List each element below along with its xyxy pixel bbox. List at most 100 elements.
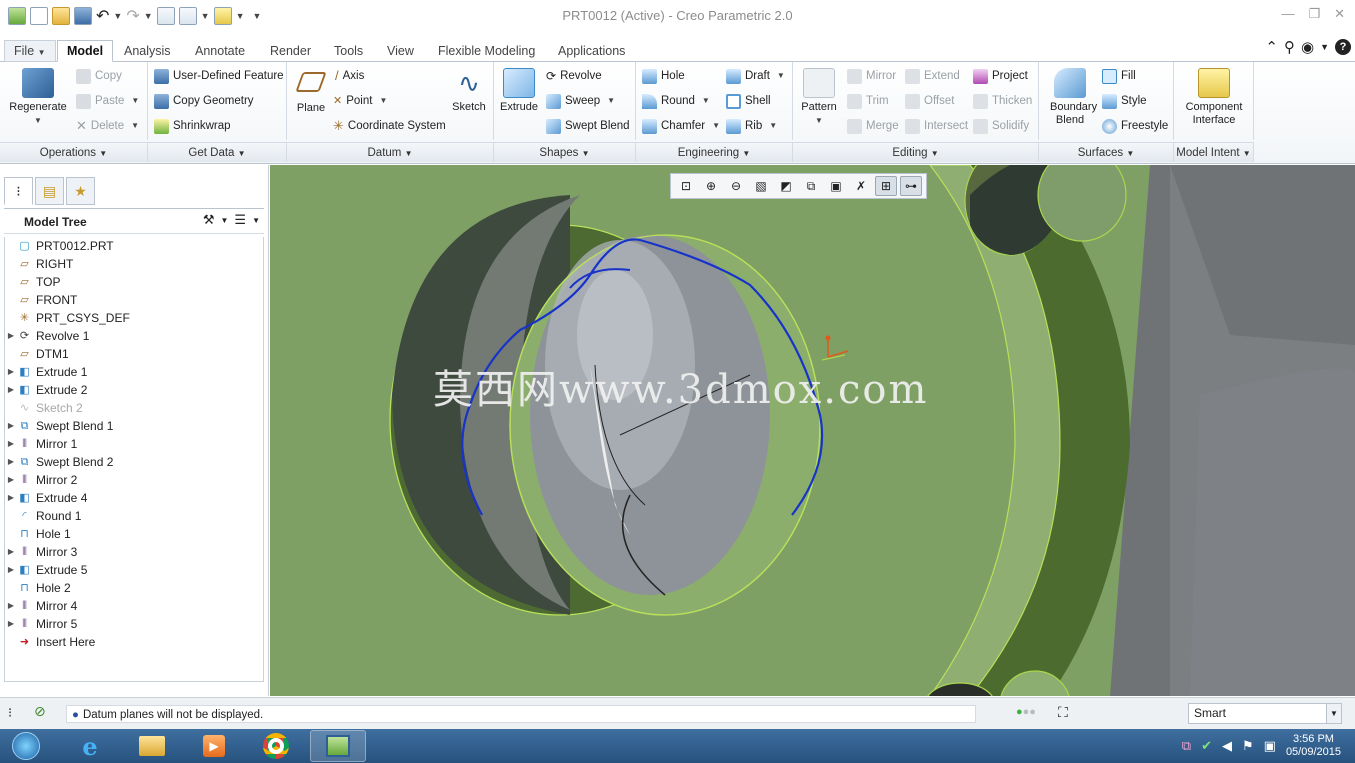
- display-style-icon[interactable]: ◩: [775, 176, 797, 196]
- tree-settings-dropdown-icon[interactable]: ▼: [221, 216, 229, 225]
- tree-item[interactable]: ✳ PRT_CSYS_DEF: [5, 309, 130, 327]
- clock[interactable]: 3:56 PM 05/09/2015: [1286, 733, 1341, 759]
- tree-show-dropdown-icon[interactable]: ▼: [252, 216, 260, 225]
- zoom-in-icon[interactable]: ⊕: [700, 176, 722, 196]
- solidify-button[interactable]: Solidify: [973, 116, 1029, 136]
- tree-item[interactable]: ▶ ⫴ Mirror 1: [5, 435, 77, 453]
- datum-display-filters-icon[interactable]: ✗: [850, 176, 872, 196]
- tree-item[interactable]: ➜ Insert Here: [5, 633, 95, 651]
- tree-item[interactable]: ▱ DTM1: [5, 345, 68, 363]
- chamfer-button[interactable]: Chamfer ▼: [642, 116, 720, 136]
- repaint-icon[interactable]: ▧: [750, 176, 772, 196]
- user-defined-feature-button[interactable]: User-Defined Feature: [154, 66, 284, 86]
- refit-icon[interactable]: ⊡: [675, 176, 697, 196]
- tab-flexible-modeling[interactable]: Flexible Modeling: [428, 40, 545, 62]
- tree-item[interactable]: ▶ ⟳ Revolve 1: [5, 327, 89, 345]
- folder-browser-tab-icon[interactable]: ▤: [35, 177, 64, 205]
- taskbar-ie-button[interactable]: e: [62, 730, 118, 762]
- show-browser-icon[interactable]: ⊘: [34, 703, 46, 720]
- tab-applications[interactable]: Applications: [548, 40, 635, 62]
- close-icon[interactable]: ✕: [1334, 6, 1345, 22]
- favorites-tab-icon[interactable]: ★: [66, 177, 95, 205]
- tab-file[interactable]: File ▼: [4, 40, 56, 62]
- expand-arrow-icon[interactable]: ▶: [5, 489, 17, 507]
- taskbar-explorer-button[interactable]: [124, 730, 180, 762]
- fill-button[interactable]: Fill: [1102, 66, 1136, 86]
- view-manager-icon[interactable]: ▣: [825, 176, 847, 196]
- tab-view[interactable]: View: [377, 40, 424, 62]
- model-intent-group-label[interactable]: Model Intent ▼: [1174, 142, 1254, 162]
- round-button[interactable]: Round ▼: [642, 91, 710, 111]
- minimize-icon[interactable]: —: [1281, 6, 1294, 22]
- tree-item[interactable]: ▶ ⫴ Mirror 2: [5, 471, 77, 489]
- expand-arrow-icon[interactable]: ▶: [5, 561, 17, 579]
- tree-item[interactable]: ▶ ⫴ Mirror 4: [5, 597, 77, 615]
- shapes-group-label[interactable]: Shapes ▼: [494, 142, 636, 162]
- operations-group-label[interactable]: Operations ▼: [0, 142, 148, 162]
- tree-item[interactable]: ⊓ Hole 1: [5, 525, 70, 543]
- extrude-button[interactable]: Extrude: [498, 68, 540, 114]
- volume-icon[interactable]: ◀: [1222, 738, 1232, 754]
- datum-group-label[interactable]: Datum ▼: [287, 142, 494, 162]
- tree-item[interactable]: ▶ ⧉ Swept Blend 1: [5, 417, 113, 435]
- tree-item[interactable]: ▶ ◧ Extrude 1: [5, 363, 87, 381]
- sketch-button[interactable]: ∿ Sketch: [449, 68, 489, 114]
- chevron-down-icon[interactable]: ▼: [1320, 42, 1329, 52]
- regenerate-button[interactable]: Regenerate ▼: [6, 68, 70, 127]
- shell-button[interactable]: Shell: [726, 91, 771, 111]
- project-button[interactable]: Project: [973, 66, 1028, 86]
- rib-button[interactable]: Rib ▼: [726, 116, 777, 136]
- tree-item[interactable]: ▢ PRT0012.PRT: [5, 237, 113, 255]
- offset-button[interactable]: Offset: [905, 91, 954, 111]
- tree-item[interactable]: ∿ Sketch 2: [5, 399, 83, 417]
- tree-item[interactable]: ▶ ⧉ Swept Blend 2: [5, 453, 113, 471]
- tree-item[interactable]: ▶ ◧ Extrude 2: [5, 381, 87, 399]
- sweep-button[interactable]: Sweep ▼: [546, 91, 615, 111]
- find-icon[interactable]: ⛶: [1058, 704, 1068, 721]
- freestyle-button[interactable]: Freestyle: [1102, 116, 1168, 136]
- tree-show-icon[interactable]: ☰: [234, 212, 246, 228]
- expand-arrow-icon[interactable]: ▶: [5, 381, 17, 399]
- delete-button[interactable]: ✕ Delete ▼: [76, 116, 139, 136]
- selection-filter-dropdown[interactable]: Smart ▼: [1188, 703, 1342, 724]
- tree-item[interactable]: ▱ FRONT: [5, 291, 77, 309]
- expand-arrow-icon[interactable]: ▶: [5, 417, 17, 435]
- annotation-display-icon[interactable]: ⊞: [875, 176, 897, 196]
- revolve-button[interactable]: ⟳ Revolve: [546, 66, 602, 86]
- tree-item[interactable]: ▱ TOP: [5, 273, 60, 291]
- expand-arrow-icon[interactable]: ▶: [5, 597, 17, 615]
- saved-orientations-icon[interactable]: ⧉: [800, 176, 822, 196]
- tab-tools[interactable]: Tools: [324, 40, 373, 62]
- surfaces-group-label[interactable]: Surfaces ▼: [1039, 142, 1174, 162]
- flag-icon[interactable]: ⚑: [1242, 738, 1254, 754]
- tree-item[interactable]: ⊓ Hole 2: [5, 579, 70, 597]
- show-navigator-icon[interactable]: ⁝: [8, 705, 12, 721]
- start-button[interactable]: [0, 730, 52, 762]
- thicken-button[interactable]: Thicken: [973, 91, 1032, 111]
- expand-arrow-icon[interactable]: ▶: [5, 615, 17, 633]
- tab-analysis[interactable]: Analysis: [114, 40, 181, 62]
- plane-button[interactable]: Plane: [291, 72, 331, 115]
- tab-render[interactable]: Render: [260, 40, 321, 62]
- draft-button[interactable]: Draft ▼: [726, 66, 785, 86]
- graphics-viewport[interactable]: 莫西网www.3dmox.com ⊡ ⊕ ⊖ ▧ ◩ ⧉ ▣ ✗ ⊞ ⊶: [270, 165, 1355, 696]
- swept-blend-button[interactable]: Swept Blend: [546, 116, 630, 136]
- tree-item[interactable]: ◜ Round 1: [5, 507, 81, 525]
- tree-settings-icon[interactable]: ⚒: [203, 212, 215, 228]
- intersect-button[interactable]: Intersect: [905, 116, 968, 136]
- spin-center-icon[interactable]: ⊶: [900, 176, 922, 196]
- pattern-button[interactable]: Pattern ▼: [797, 68, 841, 127]
- get-data-group-label[interactable]: Get Data ▼: [148, 142, 287, 162]
- tree-item[interactable]: ▶ ◧ Extrude 5: [5, 561, 87, 579]
- taskbar-creo-button[interactable]: [310, 730, 366, 762]
- merge-button[interactable]: Merge: [847, 116, 899, 136]
- tray-app-icon[interactable]: ⧉: [1182, 738, 1191, 754]
- point-button[interactable]: ✕ Point ▼: [333, 91, 387, 111]
- taskbar-chrome-button[interactable]: [248, 730, 304, 762]
- paste-button[interactable]: Paste ▼: [76, 91, 139, 111]
- collapse-ribbon-icon[interactable]: ⌃: [1265, 38, 1278, 56]
- mirror-button[interactable]: Mirror: [847, 66, 896, 86]
- tree-item[interactable]: ▶ ⫴ Mirror 5: [5, 615, 77, 633]
- tree-item[interactable]: ▶ ⫴ Mirror 3: [5, 543, 77, 561]
- tab-model[interactable]: Model: [57, 40, 114, 62]
